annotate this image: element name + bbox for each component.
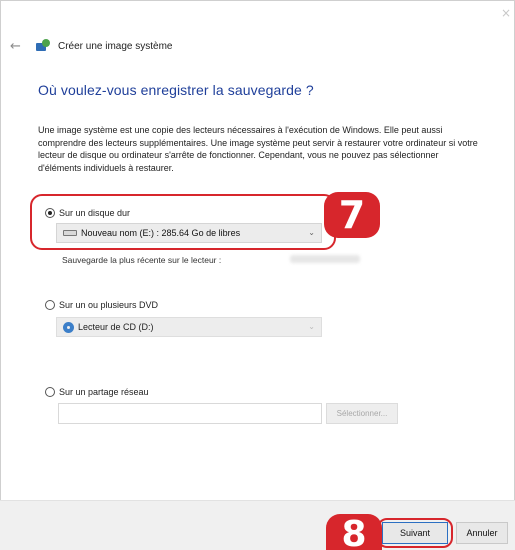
window-title: Créer une image système — [58, 40, 173, 52]
radio-button-network[interactable] — [45, 387, 55, 397]
network-path-input[interactable] — [58, 403, 322, 424]
callout-ring-next — [377, 518, 453, 548]
title-bar: ← Créer une image système — [10, 36, 173, 56]
chevron-down-icon: ⌄ — [308, 322, 315, 331]
back-arrow-icon[interactable]: ← — [10, 39, 30, 54]
radio-network[interactable]: Sur un partage réseau — [45, 387, 149, 397]
cancel-button[interactable]: Annuler — [456, 522, 508, 544]
step-badge-8: 8 — [326, 514, 382, 550]
page-heading: Où voulez-vous enregistrer la sauvegarde… — [38, 82, 314, 98]
step-badge-7: 7 — [324, 192, 380, 238]
latest-backup-label: Sauvegarde la plus récente sur le lecteu… — [62, 255, 222, 265]
browse-button[interactable]: Sélectionner... — [326, 403, 398, 424]
system-image-icon — [36, 39, 52, 53]
page-description: Une image système est une copie des lect… — [38, 125, 478, 173]
cd-drive-icon — [63, 321, 74, 333]
dvd-select[interactable]: Lecteur de CD (D:) ⌄ — [56, 317, 322, 337]
radio-dvd[interactable]: Sur un ou plusieurs DVD — [45, 300, 158, 310]
dvd-select-value: Lecteur de CD (D:) — [78, 322, 154, 332]
radio-label-network: Sur un partage réseau — [59, 387, 149, 397]
radio-label-dvd: Sur un ou plusieurs DVD — [59, 300, 159, 310]
callout-ring-hard-disk — [30, 194, 336, 250]
latest-backup-value-redacted — [290, 255, 360, 263]
radio-button-dvd[interactable] — [45, 300, 55, 310]
close-icon[interactable]: × — [501, 6, 511, 20]
